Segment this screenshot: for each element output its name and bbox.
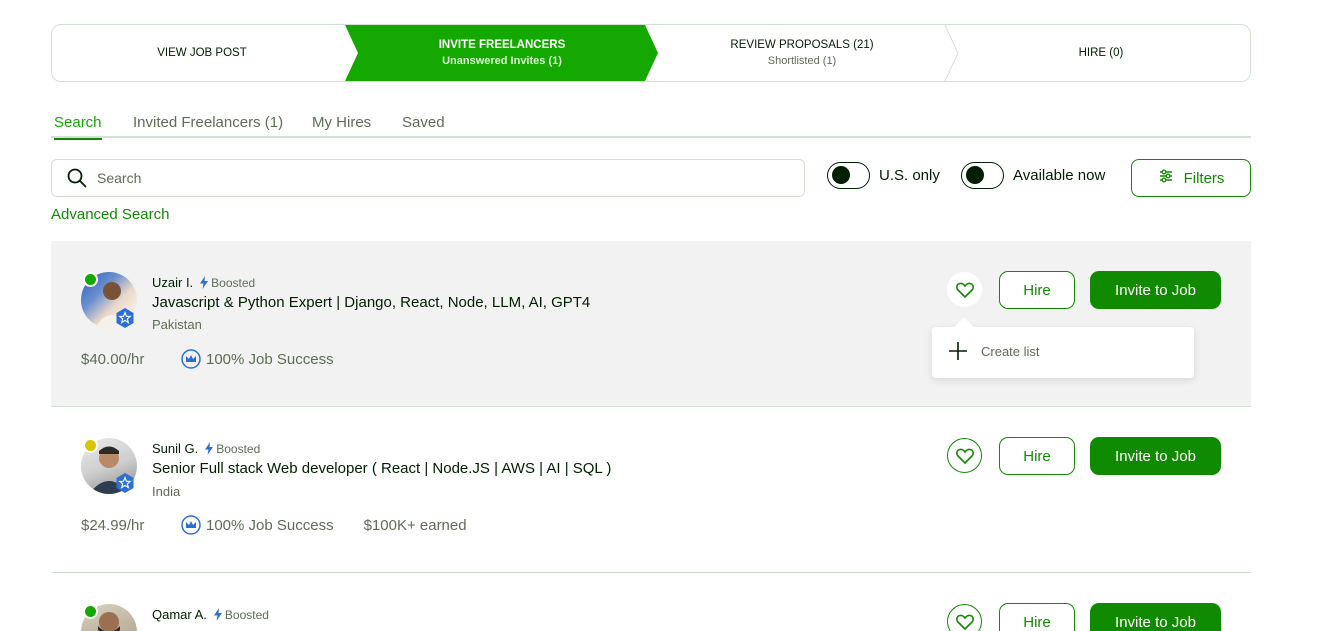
freelancer-meta: $40.00/hr 100% Job Success	[81, 349, 334, 369]
online-status-dot	[83, 272, 98, 287]
job-success-label: 100% Job Success	[206, 516, 334, 534]
freelancer-title[interactable]: Javascript & Python Expert | Django, Rea…	[152, 294, 590, 311]
verified-badge-icon	[115, 473, 135, 493]
boosted-label: Boosted	[216, 441, 261, 456]
save-heart-button[interactable]	[947, 272, 982, 307]
filters-label: Filters	[1183, 169, 1225, 187]
tab-invited-freelancers[interactable]: Invited Freelancers (1)	[133, 114, 283, 131]
job-success: 100% Job Success	[181, 349, 334, 369]
away-status-dot	[83, 438, 98, 453]
tab-bar: Search Invited Freelancers (1) My Hires …	[51, 110, 1251, 140]
invite-to-job-button[interactable]: Invite to Job	[1090, 271, 1221, 309]
step-label: Review proposals (21)	[730, 39, 874, 51]
freelancer-meta: $24.99/hr 100% Job Success $100K+ earned	[81, 515, 467, 535]
freelancer-name[interactable]: Uzair I.	[152, 275, 193, 290]
hire-button[interactable]: Hire	[999, 603, 1075, 631]
step-label: View job post	[157, 47, 247, 59]
save-heart-button[interactable]	[947, 438, 982, 473]
boosted-label: Boosted	[224, 607, 269, 622]
us-only-label: U.S. only	[879, 167, 940, 184]
search-icon	[67, 168, 87, 188]
tab-my-hires[interactable]: My Hires	[312, 114, 371, 131]
lightning-icon	[213, 608, 222, 621]
step-sublabel: Unanswered Invites (1)	[442, 55, 562, 67]
freelancer-title[interactable]: Senior Full stack Web developer ( React …	[152, 460, 611, 477]
save-heart-button[interactable]	[947, 604, 982, 631]
heart-icon	[955, 282, 974, 298]
freelancer-country: Pakistan	[152, 317, 202, 332]
freelancer-card[interactable]: Qamar A. Boosted Hire Invite to Job	[51, 573, 1251, 631]
save-list-dropdown: Create list	[932, 327, 1194, 378]
freelancer-name-row: Uzair I. Boosted	[152, 275, 255, 290]
heart-icon	[955, 614, 974, 630]
crown-badge-icon	[181, 349, 201, 369]
freelancer-name[interactable]: Sunil G.	[152, 441, 198, 456]
boosted-label: Boosted	[211, 275, 256, 290]
us-only-toggle-group[interactable]: U.S. only	[827, 162, 940, 189]
tab-search[interactable]: Search	[54, 114, 102, 140]
online-status-dot	[83, 604, 98, 619]
freelancer-card[interactable]: Sunil G. Boosted Senior Full stack Web d…	[51, 407, 1251, 573]
heart-icon	[955, 448, 974, 464]
step-view-job-post[interactable]: View job post	[52, 25, 352, 81]
available-now-label: Available now	[1013, 167, 1106, 184]
freelancer-country: India	[152, 484, 181, 499]
search-box[interactable]	[51, 159, 805, 197]
freelancer-card[interactable]: Uzair I. Boosted Javascript & Python Exp…	[51, 241, 1251, 407]
sliders-icon	[1158, 168, 1174, 188]
step-hire[interactable]: Hire (0)	[952, 25, 1250, 81]
available-now-toggle-group[interactable]: Available now	[961, 162, 1105, 189]
total-earned: $100K+ earned	[363, 516, 467, 534]
advanced-search-link[interactable]: Advanced Search	[51, 206, 169, 223]
step-label: Hire (0)	[1078, 47, 1124, 59]
hire-button[interactable]: Hire	[999, 437, 1075, 475]
us-only-toggle[interactable]	[827, 162, 870, 189]
search-input[interactable]	[95, 169, 779, 187]
freelancer-name[interactable]: Qamar A.	[152, 607, 207, 622]
hiring-steps-bar: View job post Invite freelancers Unanswe…	[51, 24, 1251, 82]
plus-icon	[949, 342, 967, 360]
hourly-rate: $24.99/hr	[81, 516, 145, 534]
lightning-icon	[205, 442, 214, 455]
create-list-label: Create list	[981, 343, 1040, 359]
boosted-tag: Boosted	[213, 608, 269, 622]
toggle-knob	[966, 166, 984, 184]
lightning-icon	[200, 276, 209, 289]
crown-badge-icon	[181, 515, 201, 535]
step-sublabel: Shortlisted (1)	[767, 55, 837, 67]
job-success: 100% Job Success	[181, 515, 334, 535]
filters-button[interactable]: Filters	[1131, 159, 1251, 197]
boosted-tag: Boosted	[204, 442, 260, 456]
step-review-proposals[interactable]: Review proposals (21) Shortlisted (1)	[652, 25, 952, 81]
job-success-label: 100% Job Success	[206, 350, 334, 368]
boosted-tag: Boosted	[199, 276, 255, 290]
tab-saved[interactable]: Saved	[402, 114, 445, 131]
step-label: Invite freelancers	[438, 39, 566, 51]
hire-button[interactable]: Hire	[999, 271, 1075, 309]
available-now-toggle[interactable]	[961, 162, 1004, 189]
toggle-knob	[832, 166, 850, 184]
verified-badge-icon	[115, 308, 135, 328]
create-list-item[interactable]: Create list	[948, 341, 1040, 361]
freelancer-name-row: Qamar A. Boosted	[152, 607, 269, 622]
freelancer-name-row: Sunil G. Boosted	[152, 441, 260, 456]
invite-to-job-button[interactable]: Invite to Job	[1090, 437, 1221, 475]
invite-to-job-button[interactable]: Invite to Job	[1090, 603, 1221, 631]
step-invite-freelancers[interactable]: Invite freelancers Unanswered Invites (1…	[352, 25, 652, 81]
hourly-rate: $40.00/hr	[81, 350, 145, 368]
